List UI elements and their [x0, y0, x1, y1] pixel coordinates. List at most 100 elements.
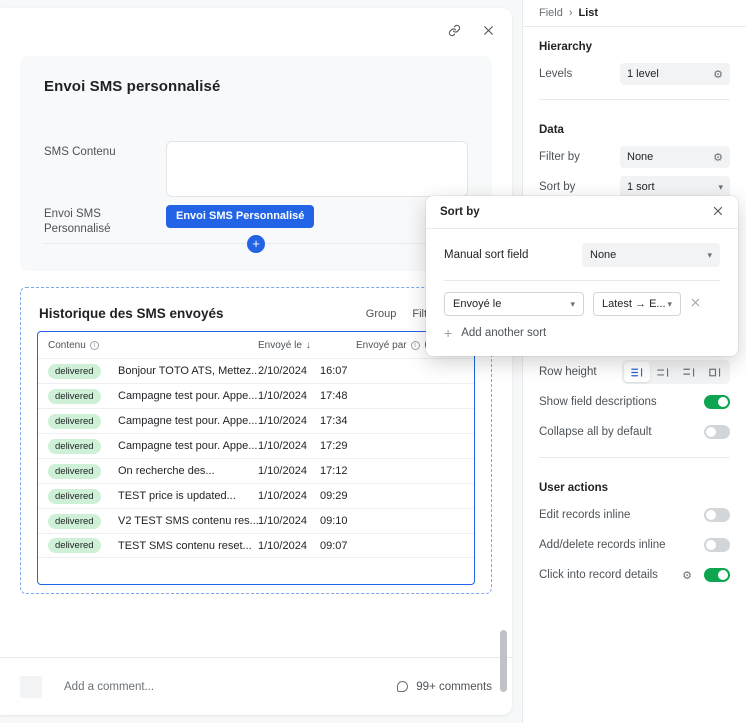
add-another-sort-button[interactable]: + Add another sort	[444, 326, 720, 340]
cell-time: 16:07	[320, 365, 348, 377]
status-badge: delivered	[48, 463, 101, 479]
sort-by-modal: Sort by Manual sort field None ▾ Envoyé …	[426, 196, 738, 356]
close-icon[interactable]	[478, 20, 498, 40]
row-height-medium-icon[interactable]	[650, 362, 676, 382]
section-title-data: Data	[539, 124, 564, 136]
cell-status: delivered	[48, 488, 118, 504]
gear-icon[interactable]: ⚙	[682, 569, 692, 582]
link-icon[interactable]	[444, 20, 464, 40]
chevron-down-icon: ▾	[667, 298, 672, 309]
sidebar-divider	[539, 457, 730, 458]
cell-date: 2/10/2024	[258, 365, 307, 377]
table-row[interactable]: delivered V2 TEST SMS contenu res... 1/10/…	[38, 508, 474, 533]
add-another-sort-label: Add another sort	[461, 327, 547, 339]
status-badge: delivered	[48, 513, 101, 529]
row-height-short-icon[interactable]	[624, 362, 650, 382]
table-row[interactable]: delivered TEST price is updated... 1/10/20…	[38, 483, 474, 508]
close-icon[interactable]	[712, 205, 724, 219]
properties-sidebar: Field › List Hierarchy Levels 1 level ⚙ …	[522, 0, 746, 723]
breadcrumb: Field › List	[523, 0, 746, 27]
levels-value: 1 level	[627, 68, 659, 80]
manual-sort-field-select[interactable]: None ▾	[582, 243, 720, 267]
sidebar-row-row-height: Row height	[523, 357, 746, 387]
filter-by-select[interactable]: None ⚙	[620, 146, 730, 168]
sort-by-value: 1 sort	[627, 181, 655, 193]
grid-column-contenu[interactable]: Contenu i	[48, 340, 258, 351]
sort-by-select[interactable]: 1 sort ▾	[620, 176, 730, 198]
sidebar-label-sort-by: Sort by	[539, 181, 576, 193]
cell-date: 1/10/2024	[258, 440, 307, 452]
list-field-block[interactable]: Historique des SMS envoyés Group Filter …	[20, 287, 492, 594]
sidebar-label-edit-records-inline: Edit records inline	[539, 509, 631, 521]
remove-sort-rule-icon[interactable]	[690, 297, 701, 311]
field-card-title: Envoi SMS personnalisé	[44, 78, 221, 95]
row-height-extra-tall-icon[interactable]	[702, 362, 728, 382]
row-height-tall-icon[interactable]	[676, 362, 702, 382]
chevron-down-icon: ▾	[707, 249, 712, 260]
edit-records-inline-toggle[interactable]	[704, 508, 730, 522]
cell-status: delivered	[48, 388, 118, 404]
cell-contenu: Bonjour TOTO ATS, Mettez...	[118, 365, 258, 377]
record-topbar	[0, 8, 512, 48]
sidebar-label-levels: Levels	[539, 68, 573, 80]
field-label-sms-contenu: SMS Contenu	[44, 146, 116, 158]
table-row[interactable]: delivered Campagne test pour. Appe... 1/10…	[38, 408, 474, 433]
cell-time: 09:29	[320, 490, 348, 502]
field-card: Envoi SMS personnalisé SMS Contenu Envoi…	[20, 56, 492, 271]
record-detail-panel: Envoi SMS personnalisé SMS Contenu Envoi…	[0, 8, 512, 715]
table-row[interactable]: delivered TEST SMS contenu reset... 1/10/2…	[38, 533, 474, 558]
add-field-plus-icon[interactable]: +	[247, 235, 265, 253]
sort-direction-select[interactable]: Latest → E... ▾	[593, 292, 681, 316]
grid-column-envoye-le-label: Envoyé le	[258, 339, 302, 351]
info-icon: i	[410, 340, 420, 350]
grid-rows-container: delivered Bonjour TOTO ATS, Mettez... 2/10…	[38, 358, 474, 558]
chevron-down-icon: ▾	[570, 298, 575, 309]
table-row[interactable]: delivered On recherche des... 1/10/2024 17:…	[38, 458, 474, 483]
table-row[interactable]: delivered Bonjour TOTO ATS, Mettez... 2/10…	[38, 358, 474, 383]
levels-select[interactable]: 1 level ⚙	[620, 63, 730, 85]
sms-contenu-textarea[interactable]	[166, 141, 468, 197]
group-button[interactable]: Group	[366, 308, 397, 320]
cell-contenu: On recherche des...	[118, 465, 215, 477]
cell-date: 1/10/2024	[258, 515, 307, 527]
cell-date: 1/10/2024	[258, 415, 307, 427]
click-into-record-details-toggle[interactable]	[704, 568, 730, 582]
table-row[interactable]: delivered Campagne test pour. Appe... 1/10…	[38, 383, 474, 408]
envoi-sms-personnalise-button[interactable]: Envoi SMS Personnalisé	[166, 205, 315, 228]
cell-time: 09:07	[320, 539, 348, 552]
status-badge: delivered	[48, 388, 101, 404]
table-row[interactable]: delivered Campagne test pour. Appe... 1/10…	[38, 433, 474, 458]
gear-icon[interactable]: ⚙	[713, 68, 723, 81]
sidebar-label-click-into-record-details: Click into record details	[539, 569, 658, 581]
sort-modal-header: Sort by	[426, 196, 738, 229]
field-card-add-row: +	[44, 235, 468, 271]
list-field-title: Historique des SMS envoyés	[39, 306, 224, 321]
avatar	[20, 675, 42, 698]
status-badge: delivered	[48, 413, 101, 429]
sort-modal-body: Manual sort field None ▾ Envoyé le ▾ Lat…	[426, 229, 738, 340]
sort-field-select[interactable]: Envoyé le ▾	[444, 292, 584, 316]
panel-scrollbar[interactable]	[500, 630, 507, 692]
sidebar-row-edit-records-inline: Edit records inline	[523, 500, 746, 530]
grid-column-envoye-le[interactable]: Envoyé le ↓	[258, 340, 356, 351]
sort-modal-divider	[444, 280, 720, 281]
cell-contenu: Campagne test pour. Appe...	[118, 415, 258, 427]
show-field-descriptions-toggle[interactable]	[704, 395, 730, 409]
sidebar-divider	[539, 99, 730, 100]
comment-count-label: 99+ comments	[416, 680, 492, 693]
breadcrumb-parent[interactable]: Field	[539, 7, 563, 19]
collapse-all-toggle[interactable]	[704, 425, 730, 439]
sort-field-value: Envoyé le	[453, 298, 502, 310]
sidebar-row-show-field-descriptions: Show field descriptions	[523, 387, 746, 417]
add-delete-records-inline-toggle[interactable]	[704, 538, 730, 552]
sidebar-label-add-delete-records-inline: Add/delete records inline	[539, 539, 666, 551]
comment-bubble-icon	[397, 681, 409, 692]
add-comment-input[interactable]: Add a comment...	[64, 681, 154, 693]
field-row-sms-contenu: SMS Contenu	[44, 141, 468, 197]
gear-icon[interactable]: ⚙	[713, 151, 723, 164]
cell-contenu: Campagne test pour. Appe...	[118, 390, 258, 402]
comment-count-button[interactable]: 99+ comments	[397, 681, 492, 693]
cell-time: 17:29	[320, 440, 348, 452]
manual-sort-field-value: None	[590, 249, 617, 261]
comment-bar: Add a comment... 99+ comments	[0, 657, 512, 715]
